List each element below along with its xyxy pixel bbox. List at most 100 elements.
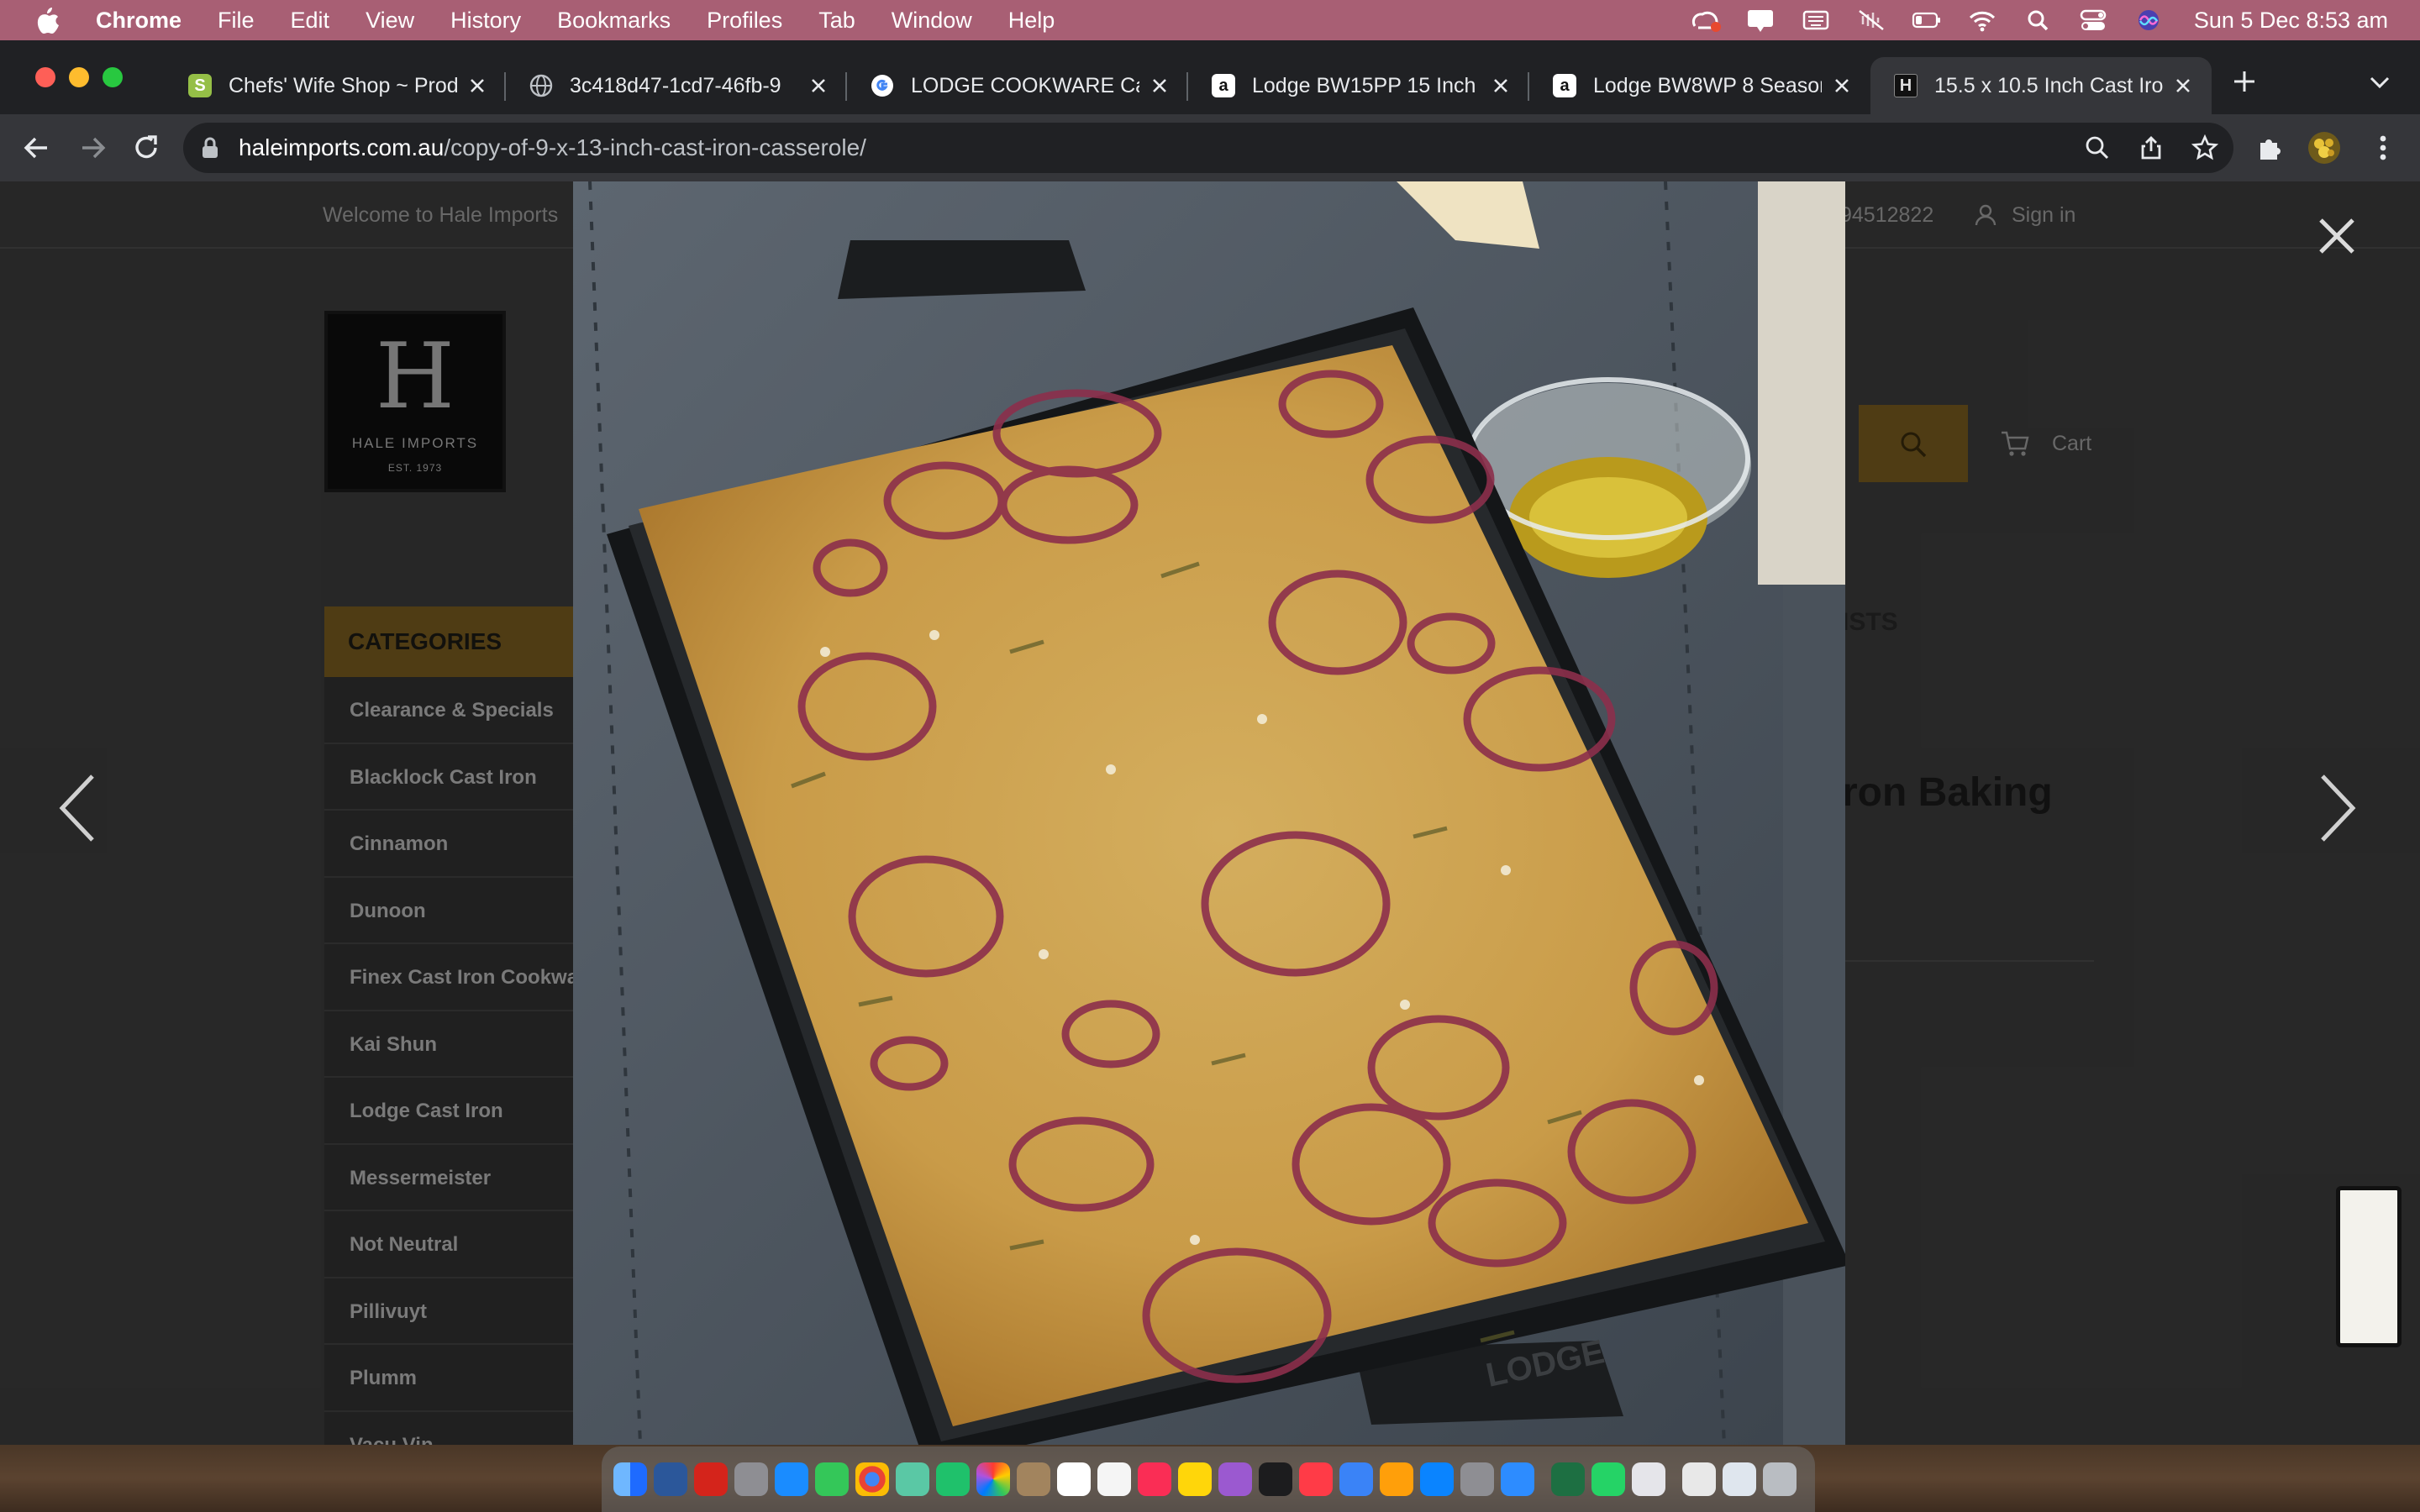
amazon-icon: a xyxy=(1212,74,1235,97)
creative-cloud-icon[interactable] xyxy=(1688,8,1722,33)
focaccia-in-cast-iron-pan-image: LODGE xyxy=(573,181,1845,1445)
safari-icon[interactable] xyxy=(775,1462,808,1496)
keynote-icon[interactable] xyxy=(1339,1462,1373,1496)
forward-arrow-icon[interactable] xyxy=(76,131,109,165)
tab-title: Lodge BW15PP 15 Inch S xyxy=(1252,73,1481,97)
extensions-puzzle-icon[interactable] xyxy=(2254,131,2287,165)
address-bar[interactable]: haleimports.com.au/copy-of-9-x-13-inch-c… xyxy=(183,123,2233,173)
textedit-icon[interactable] xyxy=(1632,1462,1665,1496)
siri-icon[interactable] xyxy=(2132,8,2165,33)
window-zoom-button[interactable] xyxy=(103,67,123,87)
calendar-icon[interactable] xyxy=(1057,1462,1091,1496)
floating-widget[interactable] xyxy=(2336,1186,2402,1347)
amazon-icon: a xyxy=(1553,74,1576,97)
chrome-window: S Chefs' Wife Shop ~ Prod 3c418d47-1cd7-… xyxy=(0,40,2420,1445)
finder-icon[interactable] xyxy=(613,1462,647,1496)
tab-uuid-page[interactable]: 3c418d47-1cd7-46fb-9 xyxy=(506,57,847,114)
close-tab-icon[interactable] xyxy=(1491,76,1511,96)
downloads-stack-icon[interactable] xyxy=(1723,1462,1756,1496)
lightbox-previous-arrow-icon[interactable] xyxy=(57,773,99,843)
menu-profiles[interactable]: Profiles xyxy=(707,8,782,34)
tab-title: Lodge BW8WP 8 Seasor xyxy=(1593,73,1822,97)
profile-avatar-icon[interactable] xyxy=(2307,131,2341,165)
tab-active-cast-iron-pan[interactable]: H 15.5 x 10.5 Inch Cast Iro xyxy=(1870,57,2212,114)
chrome-menu-kebab-icon[interactable] xyxy=(2366,131,2400,165)
whatsapp-icon[interactable] xyxy=(1591,1462,1625,1496)
close-tab-icon[interactable] xyxy=(1832,76,1852,96)
keyboard-viewer-icon[interactable] xyxy=(1799,8,1833,33)
macos-menu-bar: Chrome File Edit View History Bookmarks … xyxy=(0,0,2420,40)
control-center-icon[interactable] xyxy=(2076,8,2110,33)
zoom-icon[interactable] xyxy=(2084,134,2111,161)
mute-icon[interactable] xyxy=(1854,8,1888,33)
excel-icon[interactable] xyxy=(1551,1462,1585,1496)
reminders-icon[interactable] xyxy=(1097,1462,1131,1496)
menu-extras: Sun 5 Dec 8:53 am xyxy=(1666,0,2388,40)
close-tab-icon[interactable] xyxy=(808,76,829,96)
wifi-icon[interactable] xyxy=(1965,8,1999,33)
image-lightbox: LODGE xyxy=(0,181,2420,1445)
tab-search-chevron-icon[interactable] xyxy=(2368,74,2391,91)
system-preferences-icon[interactable] xyxy=(1460,1462,1494,1496)
menu-window[interactable]: Window xyxy=(892,8,972,34)
tab-amazon-bw15pp[interactable]: a Lodge BW15PP 15 Inch S xyxy=(1188,57,1529,114)
menu-bookmarks[interactable]: Bookmarks xyxy=(557,8,671,34)
facetime-icon[interactable] xyxy=(936,1462,970,1496)
tab-chefs-wife-shop[interactable]: S Chefs' Wife Shop ~ Prod xyxy=(165,57,506,114)
menu-file[interactable]: File xyxy=(218,8,255,34)
menu-chrome[interactable]: Chrome xyxy=(96,8,182,34)
menubar-clock[interactable]: Sun 5 Dec 8:53 am xyxy=(2194,8,2388,34)
spotlight-search-icon[interactable] xyxy=(2021,8,2054,33)
tab-title: 15.5 x 10.5 Inch Cast Iro xyxy=(1934,73,2163,97)
bookmark-star-icon[interactable] xyxy=(2191,134,2218,161)
menu-view[interactable]: View xyxy=(366,8,414,34)
notification-icon[interactable] xyxy=(1744,8,1777,33)
window-close-button[interactable] xyxy=(35,67,55,87)
battery-icon[interactable] xyxy=(1910,8,1944,33)
app-store-icon[interactable] xyxy=(1420,1462,1454,1496)
new-tab-icon[interactable] xyxy=(2232,69,2257,94)
notes-icon[interactable] xyxy=(1178,1462,1212,1496)
tab-amazon-bw8wp[interactable]: a Lodge BW8WP 8 Seasor xyxy=(1529,57,1870,114)
menu-history[interactable]: History xyxy=(450,8,521,34)
zoom-app-icon[interactable] xyxy=(1501,1462,1534,1496)
lock-icon[interactable] xyxy=(200,136,220,160)
maps-icon[interactable] xyxy=(896,1462,929,1496)
apple-menu-icon[interactable] xyxy=(35,6,60,34)
close-tab-icon[interactable] xyxy=(2173,76,2193,96)
share-icon[interactable] xyxy=(2138,134,2165,161)
back-arrow-icon[interactable] xyxy=(20,131,54,165)
close-tab-icon[interactable] xyxy=(467,76,487,96)
chrome-icon[interactable] xyxy=(855,1462,889,1496)
pages-icon[interactable] xyxy=(1380,1462,1413,1496)
tab-google-lodge-cookware[interactable]: LODGE COOKWARE Cas xyxy=(847,57,1188,114)
url-host: haleimports.com.au xyxy=(239,134,445,160)
news-icon[interactable] xyxy=(1299,1462,1333,1496)
contacts-icon[interactable] xyxy=(1017,1462,1050,1496)
tab-title: 3c418d47-1cd7-46fb-9 xyxy=(570,73,781,97)
trash-icon[interactable] xyxy=(1763,1462,1797,1496)
podcasts-icon[interactable] xyxy=(1218,1462,1252,1496)
url-text[interactable]: haleimports.com.au/copy-of-9-x-13-inch-c… xyxy=(239,123,866,173)
word-icon[interactable] xyxy=(654,1462,687,1496)
acrobat-icon[interactable] xyxy=(694,1462,728,1496)
photos-icon[interactable] xyxy=(976,1462,1010,1496)
reload-icon[interactable] xyxy=(129,131,163,165)
tab-strip: S Chefs' Wife Shop ~ Prod 3c418d47-1cd7-… xyxy=(0,40,2420,114)
music-icon[interactable] xyxy=(1138,1462,1171,1496)
lightbox-next-arrow-icon[interactable] xyxy=(2316,773,2358,843)
apple-tv-icon[interactable] xyxy=(1259,1462,1292,1496)
launchpad-icon[interactable] xyxy=(734,1462,768,1496)
shopify-icon: S xyxy=(188,74,212,97)
menu-edit[interactable]: Edit xyxy=(291,8,330,34)
window-minimize-button[interactable] xyxy=(69,67,89,87)
google-icon xyxy=(871,75,893,97)
product-photo: LODGE xyxy=(573,181,1845,1445)
pdf-document-icon[interactable] xyxy=(1682,1462,1716,1496)
close-tab-icon[interactable] xyxy=(1150,76,1170,96)
menu-tab[interactable]: Tab xyxy=(818,8,855,34)
messages-icon[interactable] xyxy=(815,1462,849,1496)
lightbox-close-icon[interactable] xyxy=(2316,215,2358,257)
tab-title: Chefs' Wife Shop ~ Prod xyxy=(229,73,457,97)
menu-help[interactable]: Help xyxy=(1008,8,1055,34)
